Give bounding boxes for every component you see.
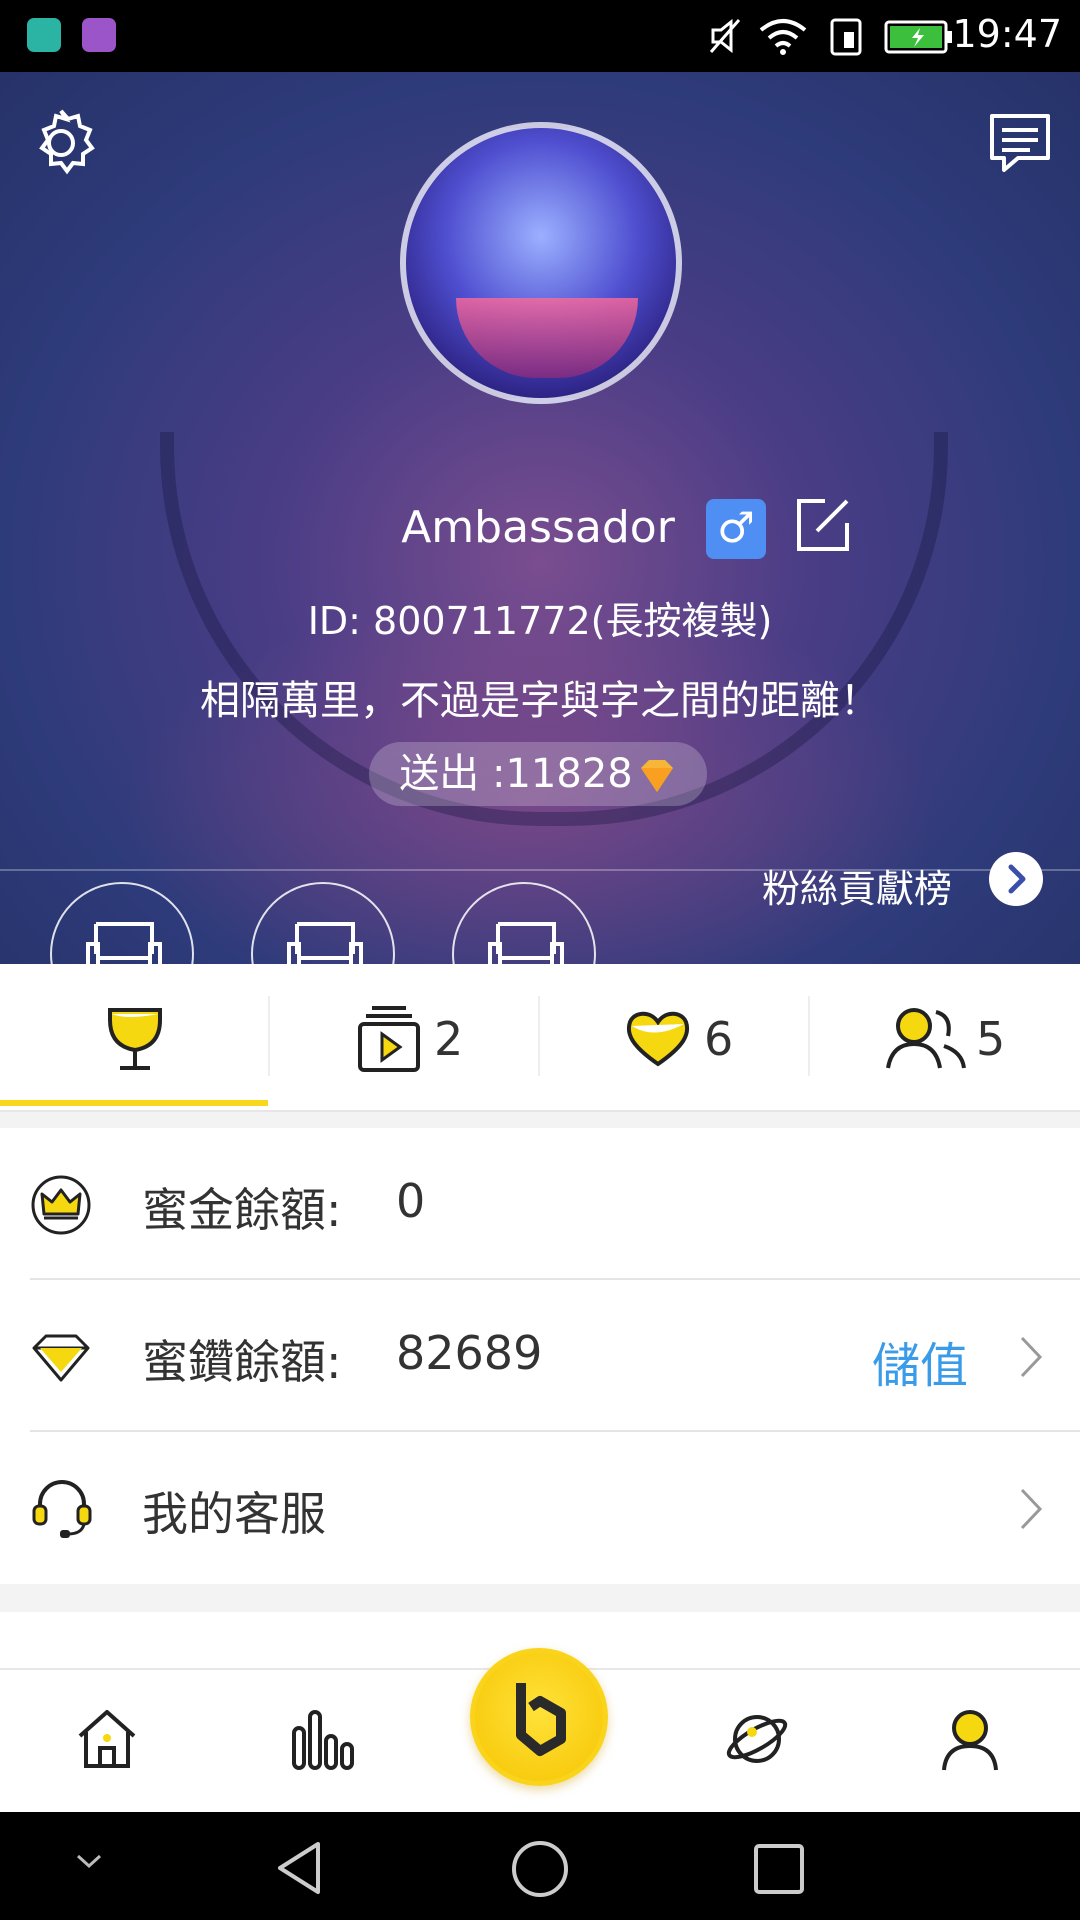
fans-contribution-label[interactable]: 粉絲貢獻榜 — [762, 858, 952, 913]
chevron-right-icon — [1020, 1336, 1043, 1378]
avatar[interactable] — [400, 122, 682, 404]
sim-icon — [830, 18, 862, 56]
profile-tabs: 2 6 5 — [0, 964, 1080, 1112]
heart-icon — [626, 1011, 690, 1067]
user-bio: 相隔萬里，不過是字與字之間的距離！ — [200, 678, 880, 724]
diamond-balance-row[interactable]: 蜜鑽餘額: 82689 儲值 — [0, 1280, 1080, 1432]
profile-icon[interactable] — [938, 1706, 1002, 1774]
gold-balance-row: 蜜金餘額: 0 — [0, 1128, 1080, 1280]
fans-ranking-button[interactable] — [989, 852, 1043, 906]
trophy-icon — [108, 1008, 162, 1070]
diamond-icon — [640, 760, 673, 792]
status-bar: 19:47 — [0, 0, 1080, 72]
android-app-icon — [27, 18, 61, 52]
avatar-artwork — [456, 298, 638, 378]
chevron-right-icon — [1020, 1488, 1043, 1530]
diamond-balance-label: 蜜鑽餘額: — [142, 1335, 342, 1389]
crown-icon — [31, 1175, 91, 1235]
tab-likes[interactable]: 6 — [540, 964, 810, 1110]
wifi-icon — [759, 19, 807, 55]
home-circle-icon[interactable] — [509, 1838, 571, 1900]
profile-header: Ambassador ♂ ID: 800711772(長按複製) 相隔萬里，不過… — [0, 72, 1080, 964]
sofa-icon — [488, 922, 564, 964]
username: Ambassador — [401, 502, 675, 553]
gold-balance-value: 0 — [396, 1174, 426, 1228]
settings-gear-icon[interactable] — [24, 106, 98, 180]
followers-count: 5 — [976, 1012, 1006, 1066]
edit-profile-icon[interactable] — [795, 497, 851, 553]
battery-icon — [884, 20, 952, 54]
user-id[interactable]: ID: 800711772(長按複製) — [0, 590, 1080, 645]
planet-icon[interactable] — [724, 1706, 790, 1772]
active-tab-indicator — [0, 1100, 268, 1106]
diamond-balance-value: 82689 — [396, 1326, 543, 1380]
messages-icon[interactable] — [986, 110, 1054, 178]
tab-trophy[interactable] — [0, 964, 270, 1110]
live-center-button[interactable] — [470, 1648, 608, 1786]
home-icon[interactable] — [74, 1706, 140, 1772]
android-navigation-bar — [0, 1812, 1080, 1920]
tab-followers[interactable]: 5 — [810, 964, 1080, 1110]
users-icon — [886, 1008, 966, 1069]
sofa-icon — [287, 922, 363, 964]
back-icon[interactable] — [272, 1838, 328, 1898]
video-icon — [358, 1006, 420, 1072]
mute-icon — [709, 18, 741, 54]
videos-count: 2 — [434, 1012, 464, 1066]
gender-male-badge: ♂ — [706, 499, 766, 559]
sent-label: 送出 :11828 — [399, 751, 633, 797]
account-list: 蜜金餘額: 0 蜜鑽餘額: 82689 儲值 我的客服 — [0, 1128, 1080, 1692]
likes-count: 6 — [704, 1012, 734, 1066]
gold-balance-label: 蜜金餘額: — [142, 1183, 342, 1237]
customer-service-label: 我的客服 — [142, 1487, 326, 1541]
gallery-app-icon — [82, 18, 116, 52]
brand-logo-icon — [516, 1683, 566, 1756]
customer-service-row[interactable]: 我的客服 — [0, 1432, 1080, 1584]
section-gap — [0, 1584, 1080, 1612]
diamond-icon — [32, 1334, 90, 1382]
sofa-icon — [86, 922, 162, 964]
ranking-bars-icon[interactable] — [290, 1706, 354, 1772]
tab-videos[interactable]: 2 — [270, 964, 540, 1110]
chevron-down-icon[interactable] — [74, 1852, 104, 1872]
top-up-link[interactable]: 儲值 — [872, 1326, 968, 1396]
clock: 19:47 — [952, 12, 1062, 56]
sent-diamonds-badge: 送出 :11828 — [369, 742, 707, 806]
recents-icon[interactable] — [752, 1842, 806, 1896]
chevron-right-icon — [1008, 864, 1026, 894]
headset-icon — [32, 1480, 92, 1538]
